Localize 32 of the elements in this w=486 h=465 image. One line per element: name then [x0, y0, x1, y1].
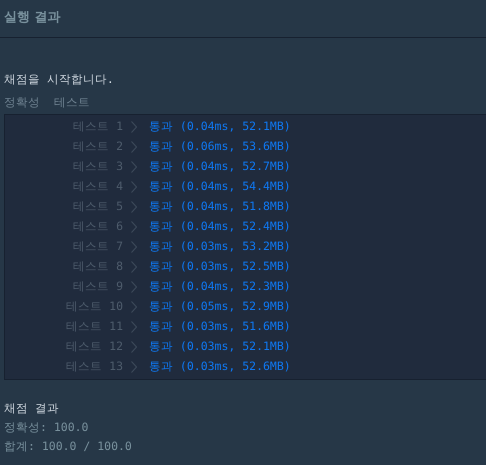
total-score: 합계: 100.0 / 100.0: [4, 438, 133, 455]
chevron-icon: [131, 221, 137, 233]
chevron-icon: [131, 321, 137, 333]
summary-title: 채점 결과: [4, 400, 60, 417]
chevron-icon: [131, 141, 137, 153]
chevron-icon: [131, 361, 137, 373]
test-result: 통과 (0.03ms, 52.1MB): [149, 338, 291, 356]
chevron-icon: [131, 301, 137, 313]
chevron-icon: [131, 241, 137, 253]
chevron-icon: [131, 161, 137, 173]
test-result: 통과 (0.04ms, 52.7MB): [149, 158, 291, 176]
section-heading: 정확성 테스트: [4, 94, 91, 111]
test-result: 통과 (0.04ms, 52.4MB): [149, 218, 291, 236]
test-result: 통과 (0.03ms, 52.6MB): [149, 358, 291, 376]
test-result: 통과 (0.04ms, 54.4MB): [149, 178, 291, 196]
test-result: 통과 (0.04ms, 52.1MB): [149, 118, 291, 136]
status-message: 채점을 시작합니다.: [4, 71, 115, 88]
accuracy-score: 정확성: 100.0: [4, 419, 90, 436]
test-result: 통과 (0.04ms, 51.8MB): [149, 198, 291, 216]
chevron-icon: [131, 281, 137, 293]
test-result: 통과 (0.04ms, 52.3MB): [149, 278, 291, 296]
chevron-icon: [131, 341, 137, 353]
chevron-icon: [131, 261, 137, 273]
test-result: 통과 (0.06ms, 53.6MB): [149, 138, 291, 156]
test-result: 통과 (0.03ms, 52.5MB): [149, 258, 291, 276]
test-result: 통과 (0.03ms, 53.2MB): [149, 238, 291, 256]
chevron-icon: [131, 181, 137, 193]
panel-title: 실행 결과: [4, 10, 61, 25]
test-result: 통과 (0.03ms, 51.6MB): [149, 318, 291, 336]
chevron-icon: [131, 201, 137, 213]
chevron-icon: [131, 121, 137, 133]
test-result: 통과 (0.05ms, 52.9MB): [149, 298, 291, 316]
